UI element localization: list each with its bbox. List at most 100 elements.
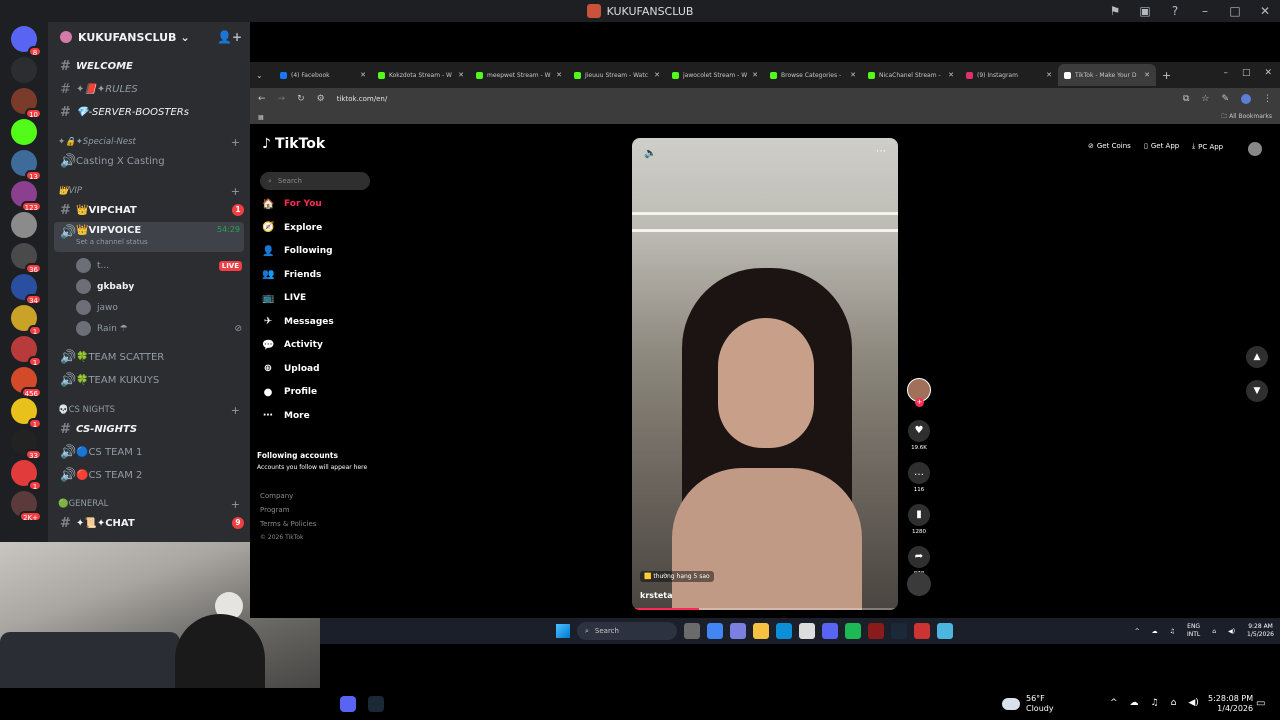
menu-icon[interactable]: ⋮ [1263,94,1272,104]
server-icon[interactable]: 13 [11,150,42,181]
server-icon[interactable]: 8 [11,26,42,57]
category-special-nest[interactable]: ✦🔒✦Special-Nest + [58,135,240,149]
browser-tab[interactable]: Kokzdota Stream - W ✕ [372,64,470,86]
music-disc-icon[interactable] [907,572,931,596]
get-app-button[interactable]: ▯ Get App [1144,142,1179,150]
chrome-icon[interactable] [707,623,723,639]
close-button[interactable]: ✕ [1264,68,1272,78]
cloud-icon[interactable]: ☁ [1152,628,1158,635]
all-bookmarks[interactable]: 🗀 All Bookmarks [1221,112,1272,122]
discord-icon[interactable] [822,623,838,639]
get-coins-button[interactable]: ⊘ Get Coins [1088,142,1131,150]
maximize-button[interactable]: □ [1242,68,1251,78]
channel-cs-nights[interactable]: # CS-NIGHTS [54,419,244,439]
save-action[interactable]: ▮ 1280 [906,504,932,535]
server-icon[interactable]: 456 [11,367,42,398]
network-icon[interactable]: ⌂ [1171,698,1177,708]
minimize-button[interactable]: – [1190,4,1220,18]
nav-more[interactable]: ⋯ More [262,406,310,426]
copilot-icon[interactable] [730,623,746,639]
browser-tab[interactable]: (9) Instagram ✕ [960,64,1058,86]
server-icon[interactable]: 33 [11,429,42,460]
windows-start-icon[interactable] [556,624,570,638]
like-action[interactable]: ♥ 19.6K [906,420,932,451]
voice-user[interactable]: t... LIVE [76,256,242,275]
search-input[interactable]: ⌕ Search [260,172,370,190]
site-info-icon[interactable]: ⚙ [317,94,325,104]
steam-icon[interactable] [368,696,384,712]
close-tab-icon[interactable]: ✕ [948,71,954,79]
user-avatar[interactable] [1248,142,1262,156]
add-channel-icon[interactable]: + [231,185,240,198]
task-view-icon[interactable] [684,623,700,639]
steam-icon[interactable] [891,623,907,639]
new-tab-button[interactable]: + [1162,69,1171,82]
video-tag[interactable]: 🟨 thường hạng 5 sao [640,571,714,582]
volume-icon[interactable]: ◀) [1188,698,1198,708]
app-icon[interactable] [868,623,884,639]
nav-upload[interactable]: ⊕ Upload [262,359,320,379]
follow-plus-icon[interactable]: + [915,398,924,407]
url-field[interactable]: tiktok.com/en/ [337,95,387,103]
onedrive-icon[interactable]: ☁ [1130,698,1139,708]
mic-icon[interactable]: ♫ [1151,698,1159,708]
video-progress[interactable] [632,608,898,610]
close-tab-icon[interactable]: ✕ [1046,71,1052,79]
add-channel-icon[interactable]: + [231,136,240,149]
store-icon[interactable] [799,623,815,639]
comment-action[interactable]: … 116 [906,462,932,493]
nav-for-you[interactable]: 🏠 For You [262,194,322,214]
edge-icon[interactable] [776,623,792,639]
back-icon[interactable]: ← [258,94,266,104]
footer-company[interactable]: Company [260,492,293,500]
maximize-button[interactable]: □ [1220,4,1250,18]
nav-explore[interactable]: 🧭 Explore [262,218,322,238]
server-icon[interactable] [11,57,37,83]
close-tab-icon[interactable]: ✕ [1144,71,1150,79]
channel-rules[interactable]: # ✦📕✦RULES [54,79,244,99]
voice-user[interactable]: jawo [76,298,242,317]
video-player[interactable]: 🔈 ⋯ 🟨 thường hạng 5 sao krsteta [632,138,898,610]
taskbar-search[interactable]: ⌕ Search [577,622,677,640]
app-icon[interactable] [914,623,930,639]
server-icon[interactable]: 36 [11,243,42,274]
weather-widget[interactable]: 56°F Cloudy [1002,694,1054,714]
tiktok-logo[interactable]: ♪ TikTok [262,136,325,152]
inbox-icon[interactable]: ▣ [1130,4,1160,18]
nav-profile[interactable]: ● Profile [262,382,317,402]
server-icon[interactable]: 1 [11,305,42,336]
add-channel-icon[interactable]: + [231,498,240,511]
inner-clock[interactable]: 9:28 AM 1/5/2026 [1247,623,1274,639]
add-channel-icon[interactable]: + [231,404,240,417]
spotify-icon[interactable] [845,623,861,639]
previous-video-button[interactable]: ▲ [1246,346,1268,368]
pc-app-button[interactable]: ⤓ PC App [1192,142,1223,151]
channel-cs-team-1[interactable]: 🔊 🔵CS TEAM 1 [54,442,244,462]
volume-icon[interactable]: ◀) [1228,628,1235,635]
nav-live[interactable]: 📺 LIVE [262,288,306,308]
close-tab-icon[interactable]: ✕ [556,71,562,79]
browser-tab[interactable]: NicaChanel Stream - ✕ [862,64,960,86]
flag-icon[interactable]: ⚑ [1100,4,1130,18]
browser-tab[interactable]: TikTok - Make Your D ✕ [1058,64,1156,86]
channel-chat[interactable]: # ✦📜✦CHAT 9 [54,513,244,533]
category-vip[interactable]: 👑VIP + [58,184,240,198]
discord-icon[interactable] [340,696,356,712]
browser-tab[interactable]: Browse Categories - ✕ [764,64,862,86]
notepad-icon[interactable] [937,623,953,639]
tab-search-icon[interactable]: ⌄ [256,71,274,80]
minimize-button[interactable]: – [1223,68,1228,78]
browser-tab[interactable]: (4) Facebook ✕ [274,64,372,86]
network-icon[interactable]: ⌂ [1212,628,1216,635]
close-tab-icon[interactable]: ✕ [850,71,856,79]
volume-icon[interactable]: 🔈 [644,148,656,159]
install-icon[interactable]: ⧉ [1183,94,1189,104]
apps-grid-icon[interactable]: ▦ [258,114,264,121]
footer-terms[interactable]: Terms & Policies [260,520,316,528]
server-icon[interactable]: 34 [11,274,42,305]
notification-icon[interactable]: ▭ [1256,698,1265,709]
server-icon[interactable]: 1 [11,398,42,429]
extensions-icon[interactable]: ✎ [1221,94,1229,104]
nav-activity[interactable]: 💬 Activity [262,335,323,355]
reload-icon[interactable]: ↻ [297,94,305,104]
